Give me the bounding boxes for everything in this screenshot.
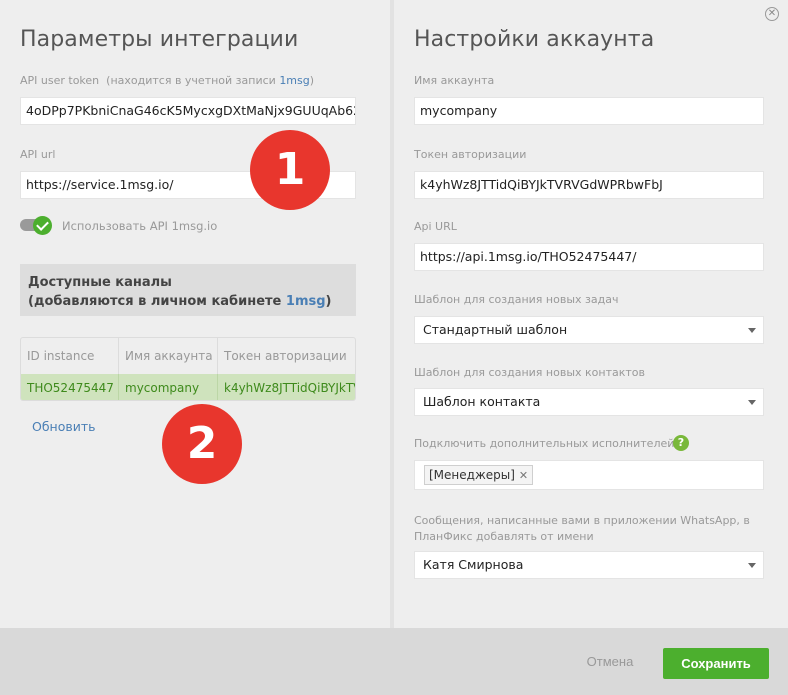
auth-token-input[interactable]: k4yhWz8JTTidQiBYJkTVRVGdWPRbwFbJ bbox=[414, 171, 764, 199]
contact-template-select[interactable]: Шаблон контакта bbox=[414, 388, 764, 416]
account-settings-title: Настройки аккаунта bbox=[414, 27, 655, 52]
chevron-down-icon bbox=[748, 563, 756, 568]
api-token-label: API user token (находится в учетной запи… bbox=[20, 74, 315, 87]
column-header-account: Имя аккаунта bbox=[119, 338, 218, 374]
cell-account: mycompany bbox=[119, 374, 218, 400]
table-row[interactable]: THO52475447 mycompany k4yhWz8JTTidQiBYJk… bbox=[21, 374, 355, 400]
check-icon bbox=[33, 216, 52, 235]
chevron-down-icon bbox=[748, 328, 756, 333]
api-url-right-label: Api URL bbox=[414, 220, 457, 233]
refresh-link[interactable]: Обновить bbox=[32, 419, 96, 434]
sender-label: Сообщения, написанные вами в приложении … bbox=[414, 514, 750, 543]
sender-select[interactable]: Катя Смирнова bbox=[414, 551, 764, 579]
column-header-token: Токен авторизации bbox=[224, 349, 347, 363]
executor-tag: [Менеджеры] ✕ bbox=[424, 465, 534, 485]
api-url-label: API url bbox=[20, 148, 56, 161]
channels-cabinet-link[interactable]: 1msg bbox=[286, 294, 326, 309]
cell-token: k4yhWz8JTTidQiBYJkTVRVGdWPRbwFbJ bbox=[224, 381, 355, 395]
task-template-select[interactable]: Стандартный шаблон bbox=[414, 316, 764, 344]
use-api-label: Использовать API 1msg.io bbox=[62, 219, 218, 233]
task-template-label: Шаблон для создания новых задач bbox=[414, 293, 619, 306]
api-url-right-input[interactable]: https://api.1msg.io/THO52475447/ bbox=[414, 243, 764, 271]
api-token-hint-link[interactable]: 1msg bbox=[279, 74, 309, 87]
save-button[interactable]: Сохранить bbox=[663, 648, 769, 679]
close-icon[interactable]: ✕ bbox=[765, 7, 779, 21]
callout-badge-2: 2 bbox=[162, 404, 242, 484]
contact-template-label: Шаблон для создания новых контактов bbox=[414, 366, 645, 379]
account-name-label: Имя аккаунта bbox=[414, 74, 495, 87]
remove-tag-icon[interactable]: ✕ bbox=[519, 469, 528, 482]
available-channels-header: Доступные каналы (добавляются в личном к… bbox=[20, 264, 356, 316]
cell-id: THO52475447 bbox=[21, 374, 119, 400]
api-token-input[interactable]: 4oDPp7PKbniCnaG46cK5MycxgDXtMaNjx9GUUqAb… bbox=[20, 97, 356, 125]
auth-token-label: Токен авторизации bbox=[414, 148, 527, 161]
help-icon[interactable]: ? bbox=[673, 435, 689, 451]
executors-label: Подключить дополнительных исполнителей bbox=[414, 437, 675, 450]
column-header-id: ID instance bbox=[21, 338, 119, 374]
channels-table: ID instance Имя аккаунта Токен авторизац… bbox=[20, 337, 356, 401]
use-api-toggle[interactable] bbox=[20, 216, 52, 235]
chevron-down-icon bbox=[748, 400, 756, 405]
account-name-input[interactable]: mycompany bbox=[414, 97, 764, 125]
cancel-button[interactable]: Отмена bbox=[578, 648, 642, 676]
integration-title: Параметры интеграции bbox=[20, 27, 299, 52]
callout-badge-1: 1 bbox=[250, 130, 330, 210]
